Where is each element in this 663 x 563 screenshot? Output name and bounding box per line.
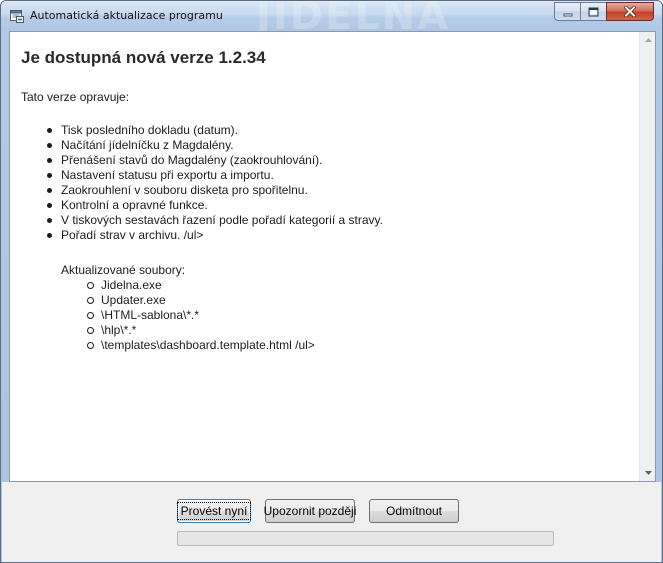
minimize-button[interactable] [554, 2, 581, 21]
page-title: Je dostupná nová verze 1.2.34 [21, 48, 266, 67]
list-item: \templates\dashboard.template.html /ul> [87, 338, 315, 352]
install-now-label: Provést nyní [176, 502, 252, 520]
list-item: Zaokrouhlení v souboru disketa pro spoři… [47, 183, 383, 198]
list-item: Pořadí strav v archivu. /ul> [47, 228, 383, 243]
list-item: Updater.exe [87, 293, 315, 308]
decline-button[interactable]: Odmítnout [369, 499, 459, 523]
button-bar: Provést nyní Upozornit později Odmítnout [2, 482, 661, 562]
close-button[interactable] [606, 2, 654, 21]
list-item: V tiskových sestavách řazení podle pořad… [47, 213, 383, 227]
scroll-up-arrow-icon[interactable] [640, 32, 656, 48]
title-bar[interactable]: JIDELNA Automatická aktualizace programu [1, 1, 662, 39]
download-progress-bar [177, 531, 554, 546]
install-now-button[interactable]: Provést nyní [176, 499, 252, 523]
list-item: Jidelna.exe [87, 278, 315, 293]
intro-text: Tato verze opravuje: [21, 90, 130, 104]
list-item: Načítání jídelníčku z Magdalény. [47, 138, 383, 153]
close-icon [623, 2, 637, 21]
scroll-down-arrow-icon[interactable] [640, 465, 656, 481]
release-notes-document[interactable]: Je dostupná nová verze 1.2.34 Tato verze… [10, 32, 639, 481]
remind-later-button[interactable]: Upozornit později [264, 499, 356, 523]
maximize-icon [588, 2, 599, 21]
maximize-button[interactable] [580, 2, 607, 21]
list-item: Kontrolní a opravné funkce. [47, 198, 383, 213]
window-title: Automatická aktualizace programu [30, 9, 223, 22]
list-item: \HTML-sablona\*.* [87, 308, 315, 323]
list-item: Přenášení stavů do Magdalény (zaokrouhlo… [47, 153, 383, 168]
release-notes-panel: Je dostupná nová verze 1.2.34 Tato verze… [9, 31, 656, 482]
list-item: Nastavení statusu při exportu a importu. [47, 168, 383, 183]
minimize-icon [563, 2, 573, 21]
fixes-list: Tisk posledního dokladu (datum). Načítán… [10, 123, 383, 243]
list-item: \hlp\*.* [87, 323, 315, 338]
updated-files-list: Jidelna.exe Updater.exe \HTML-sablona\*.… [10, 278, 315, 353]
vertical-scrollbar[interactable] [639, 32, 655, 481]
update-dialog-window: JIDELNA Automatická aktualizace programu [0, 0, 663, 563]
list-item: Tisk posledního dokladu (datum). [47, 123, 383, 138]
app-window-icon[interactable] [10, 8, 24, 23]
updated-files-label: Aktualizované soubory: [61, 263, 186, 277]
